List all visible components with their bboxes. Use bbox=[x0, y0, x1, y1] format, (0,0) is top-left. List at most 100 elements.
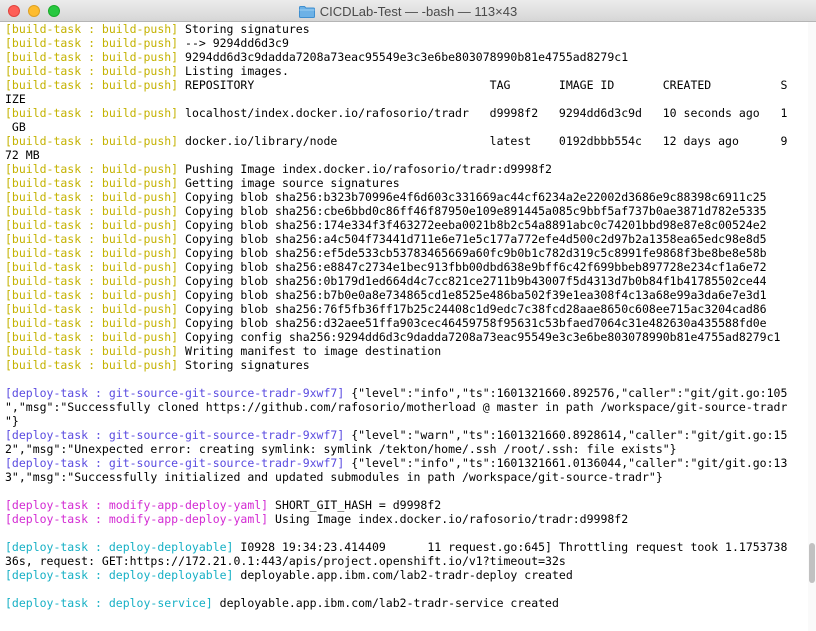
terminal-line: [build-task : build-push] Copying blob s… bbox=[5, 260, 808, 274]
line-text: deployable.app.ibm.com/lab2-tradr-deploy… bbox=[233, 568, 573, 582]
task-prefix: [build-task : build-push] bbox=[5, 78, 179, 92]
line-text: 9294dd6d3c9dadda7208a73eac95549e3c3e6be8… bbox=[178, 50, 629, 64]
line-text: Getting image source signatures bbox=[178, 176, 400, 190]
terminal-line: [build-task : build-push] Storing signat… bbox=[5, 358, 808, 372]
terminal-line: [deploy-task : deploy-service] deployabl… bbox=[5, 596, 808, 610]
terminal-line: 2","msg":"Unexpected error: creating sym… bbox=[5, 442, 808, 456]
line-text: SHORT_GIT_HASH = d9998f2 bbox=[268, 498, 442, 512]
task-prefix: [deploy-task : git-source-git-source-tra… bbox=[5, 428, 345, 442]
line-text: Writing manifest to image destination bbox=[178, 344, 442, 358]
line-text: Copying blob sha256:174e334f3f463272eeba… bbox=[178, 218, 767, 232]
terminal-line: [deploy-task : git-source-git-source-tra… bbox=[5, 428, 808, 442]
terminal-line: [deploy-task : git-source-git-source-tra… bbox=[5, 456, 808, 470]
task-prefix: [build-task : build-push] bbox=[5, 288, 179, 302]
line-text: 36s, request: GET:https://172.21.0.1:443… bbox=[5, 554, 566, 568]
line-text: Copying blob sha256:d32aee51ffa903cec464… bbox=[178, 316, 767, 330]
terminal-line: [build-task : build-push] 9294dd6d3c9dad… bbox=[5, 50, 808, 64]
line-text: Storing signatures bbox=[178, 358, 310, 372]
line-text: {"level":"warn","ts":1601321660.8928614,… bbox=[344, 428, 788, 442]
terminal-line: [build-task : build-push] Copying blob s… bbox=[5, 218, 808, 232]
task-prefix: [build-task : build-push] bbox=[5, 232, 179, 246]
task-prefix: [build-task : build-push] bbox=[5, 330, 179, 344]
title-bar[interactable]: CICDLab-Test — -bash — 113×43 bbox=[0, 0, 816, 22]
task-prefix: [deploy-task : deploy-service] bbox=[5, 596, 213, 610]
terminal-line: [build-task : build-push] Copying blob s… bbox=[5, 316, 808, 330]
line-text: Copying blob sha256:76f5fb36ff17b25c2440… bbox=[178, 302, 767, 316]
terminal-line: ","msg":"Successfully cloned https://git… bbox=[5, 400, 808, 414]
line-text: I0928 19:34:23.414409 11 request.go:645]… bbox=[233, 540, 788, 554]
terminal-line: [build-task : build-push] docker.io/libr… bbox=[5, 134, 808, 148]
task-prefix: [build-task : build-push] bbox=[5, 50, 179, 64]
terminal-line: [build-task : build-push] Listing images… bbox=[5, 64, 808, 78]
terminal-line: [deploy-task : deploy-deployable] deploy… bbox=[5, 568, 808, 582]
terminal-line: 3","msg":"Successfully initialized and u… bbox=[5, 470, 808, 484]
line-text: Copying blob sha256:a4c504f73441d711e6e7… bbox=[178, 232, 767, 246]
terminal-line: [build-task : build-push] localhost/inde… bbox=[5, 106, 808, 120]
terminal-line: [build-task : build-push] Copying blob s… bbox=[5, 190, 808, 204]
vertical-scrollbar[interactable] bbox=[808, 22, 816, 631]
line-text: "} bbox=[5, 414, 19, 428]
line-text: 72 MB bbox=[5, 148, 40, 162]
line-text: {"level":"info","ts":1601321660.892576,"… bbox=[344, 386, 788, 400]
line-text: Copying blob sha256:ef5de533cb5378346566… bbox=[178, 246, 767, 260]
terminal-output[interactable]: [build-task : build-push] Storing signat… bbox=[0, 22, 808, 631]
line-text: Copying config sha256:9294dd6d3c9dadda72… bbox=[178, 330, 781, 344]
terminal-line: [build-task : build-push] --> 9294dd6d3c… bbox=[5, 36, 808, 50]
terminal-line: [build-task : build-push] Writing manife… bbox=[5, 344, 808, 358]
task-prefix: [deploy-task : git-source-git-source-tra… bbox=[5, 456, 345, 470]
terminal-line: [build-task : build-push] Pushing Image … bbox=[5, 162, 808, 176]
line-text: Copying blob sha256:e8847c2734e1bec913fb… bbox=[178, 260, 767, 274]
task-prefix: [build-task : build-push] bbox=[5, 162, 179, 176]
line-text: Storing signatures bbox=[178, 22, 310, 36]
terminal-line: 36s, request: GET:https://172.21.0.1:443… bbox=[5, 554, 808, 568]
task-prefix: [build-task : build-push] bbox=[5, 106, 179, 120]
task-prefix: [deploy-task : deploy-deployable] bbox=[5, 568, 234, 582]
line-text: REPOSITORY TAG IMAGE ID CREATED S bbox=[178, 78, 788, 92]
task-prefix: [build-task : build-push] bbox=[5, 246, 179, 260]
line-text: Copying blob sha256:0b179d1ed664d4c7cc82… bbox=[178, 274, 767, 288]
terminal-line: [build-task : build-push] Storing signat… bbox=[5, 22, 808, 36]
terminal-line: IZE bbox=[5, 92, 808, 106]
terminal-line: [deploy-task : modify-app-deploy-yaml] S… bbox=[5, 498, 808, 512]
task-prefix: [build-task : build-push] bbox=[5, 358, 179, 372]
task-prefix: [build-task : build-push] bbox=[5, 204, 179, 218]
line-text: docker.io/library/node latest 0192dbbb55… bbox=[178, 134, 788, 148]
task-prefix: [build-task : build-push] bbox=[5, 344, 179, 358]
line-text: Using Image index.docker.io/rafosorio/tr… bbox=[268, 512, 629, 526]
line-text: Pushing Image index.docker.io/rafosorio/… bbox=[178, 162, 552, 176]
task-prefix: [build-task : build-push] bbox=[5, 22, 179, 36]
terminal-line: [deploy-task : git-source-git-source-tra… bbox=[5, 386, 808, 400]
task-prefix: [build-task : build-push] bbox=[5, 218, 179, 232]
line-text: --> 9294dd6d3c9 bbox=[178, 36, 289, 50]
line-text: IZE bbox=[5, 92, 26, 106]
line-text: Listing images. bbox=[178, 64, 289, 78]
line-text: GB bbox=[5, 120, 26, 134]
task-prefix: [build-task : build-push] bbox=[5, 36, 179, 50]
task-prefix: [deploy-task : modify-app-deploy-yaml] bbox=[5, 498, 269, 512]
window-title: CICDLab-Test — -bash — 113×43 bbox=[319, 3, 518, 19]
line-text: deployable.app.ibm.com/lab2-tradr-servic… bbox=[212, 596, 559, 610]
terminal-window: CICDLab-Test — -bash — 113×43 [build-tas… bbox=[0, 0, 816, 631]
task-prefix: [deploy-task : deploy-deployable] bbox=[5, 540, 234, 554]
task-prefix: [build-task : build-push] bbox=[5, 134, 179, 148]
terminal-line: [deploy-task : modify-app-deploy-yaml] U… bbox=[5, 512, 808, 526]
line-text: Copying blob sha256:b7b0e0a8e734865cd1e8… bbox=[178, 288, 767, 302]
terminal-line: "} bbox=[5, 414, 808, 428]
terminal-line: [deploy-task : deploy-deployable] I0928 … bbox=[5, 540, 808, 554]
terminal-line: GB bbox=[5, 120, 808, 134]
task-prefix: [deploy-task : git-source-git-source-tra… bbox=[5, 386, 345, 400]
scrollbar-thumb[interactable] bbox=[809, 543, 815, 583]
task-prefix: [deploy-task : modify-app-deploy-yaml] bbox=[5, 512, 269, 526]
terminal-line: [build-task : build-push] Copying config… bbox=[5, 330, 808, 344]
line-text: ","msg":"Successfully cloned https://git… bbox=[5, 400, 788, 414]
task-prefix: [build-task : build-push] bbox=[5, 190, 179, 204]
terminal-line: [build-task : build-push] REPOSITORY TAG… bbox=[5, 78, 808, 92]
line-text: localhost/index.docker.io/rafosorio/trad… bbox=[178, 106, 788, 120]
line-text: 3","msg":"Successfully initialized and u… bbox=[5, 470, 663, 484]
task-prefix: [build-task : build-push] bbox=[5, 316, 179, 330]
terminal-line: [build-task : build-push] Copying blob s… bbox=[5, 232, 808, 246]
